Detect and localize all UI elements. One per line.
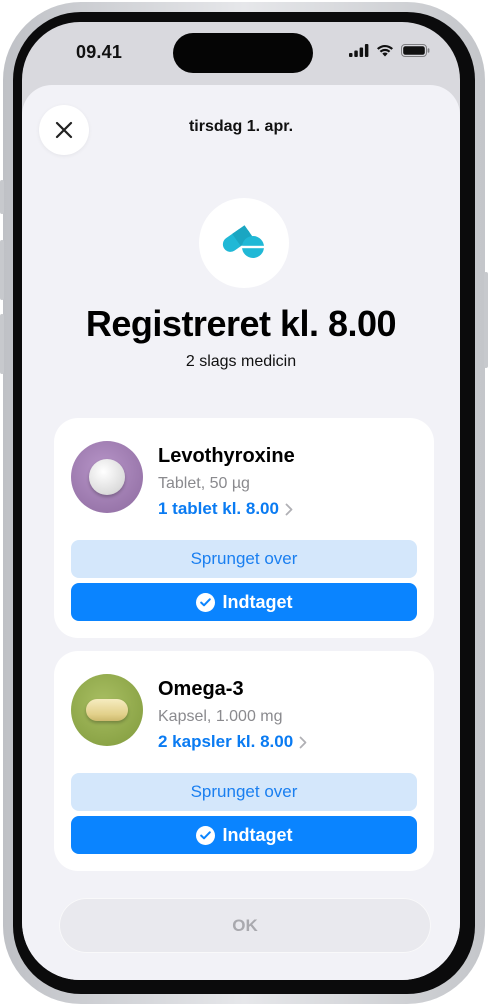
taken-label: Indtaget [222,824,293,845]
taken-label: Indtaget [222,591,293,612]
medication-schedule-link[interactable]: 2 kapsler kl. 8.00 [158,732,307,752]
tablet-image [71,441,143,513]
status-time: 09.41 [76,42,123,62]
screen: 09.41 tirsdag 1. apr. Registreret kl. 8.… [22,22,460,980]
battery-icon [401,44,430,57]
medication-name: Omega-3 [158,678,244,700]
taken-button[interactable]: Indtaget [71,583,417,621]
volume-up-button [0,240,4,300]
signal-icon [349,44,369,57]
taken-button[interactable]: Indtaget [71,816,417,854]
skipped-button[interactable]: Sprunget over [71,540,417,578]
medication-log-sheet: tirsdag 1. apr. Registreret kl. 8.00 2 s… [22,85,460,980]
medication-schedule-link[interactable]: 1 tablet kl. 8.00 [158,499,293,519]
wifi-icon [377,45,393,57]
capsule-icon [86,699,128,721]
medicine-count: 2 slags medicin [185,353,297,370]
app-icon-badge [199,198,289,288]
ok-label: OK [232,915,258,935]
volume-down-button [0,314,4,374]
medication-detail: Tablet, 50 µg [158,475,250,492]
power-button [484,272,488,368]
medication-name: Levothyroxine [158,445,295,467]
medication-schedule: 2 kapsler kl. 8.00 [158,732,294,751]
checkmark-icon [195,825,215,845]
medication-detail: Kapsel, 1.000 mg [158,708,283,725]
medication-schedule: 1 tablet kl. 8.00 [158,499,279,518]
ok-button[interactable]: OK [59,898,431,953]
skipped-label: Sprunget over [190,549,298,568]
tablet-icon [89,459,125,495]
medication-card-levothyroxine: Levothyroxine Tablet, 50 µg 1 tablet kl.… [54,418,434,638]
pills-icon [222,225,264,258]
action-button [0,180,4,214]
status-icons [349,44,430,57]
page-title: Registreret kl. 8.00 [85,303,397,344]
checkmark-icon [195,592,215,612]
chevron-right-icon [285,503,293,515]
dynamic-island [173,33,313,73]
chevron-right-icon [299,736,307,748]
medication-card-omega-3: Omega-3 Kapsel, 1.000 mg 2 kapsler kl. 8… [54,651,434,871]
skipped-button[interactable]: Sprunget over [71,773,417,811]
skipped-label: Sprunget over [190,782,298,801]
capsule-image [71,674,143,746]
date-title: tirsdag 1. apr. [188,118,294,135]
